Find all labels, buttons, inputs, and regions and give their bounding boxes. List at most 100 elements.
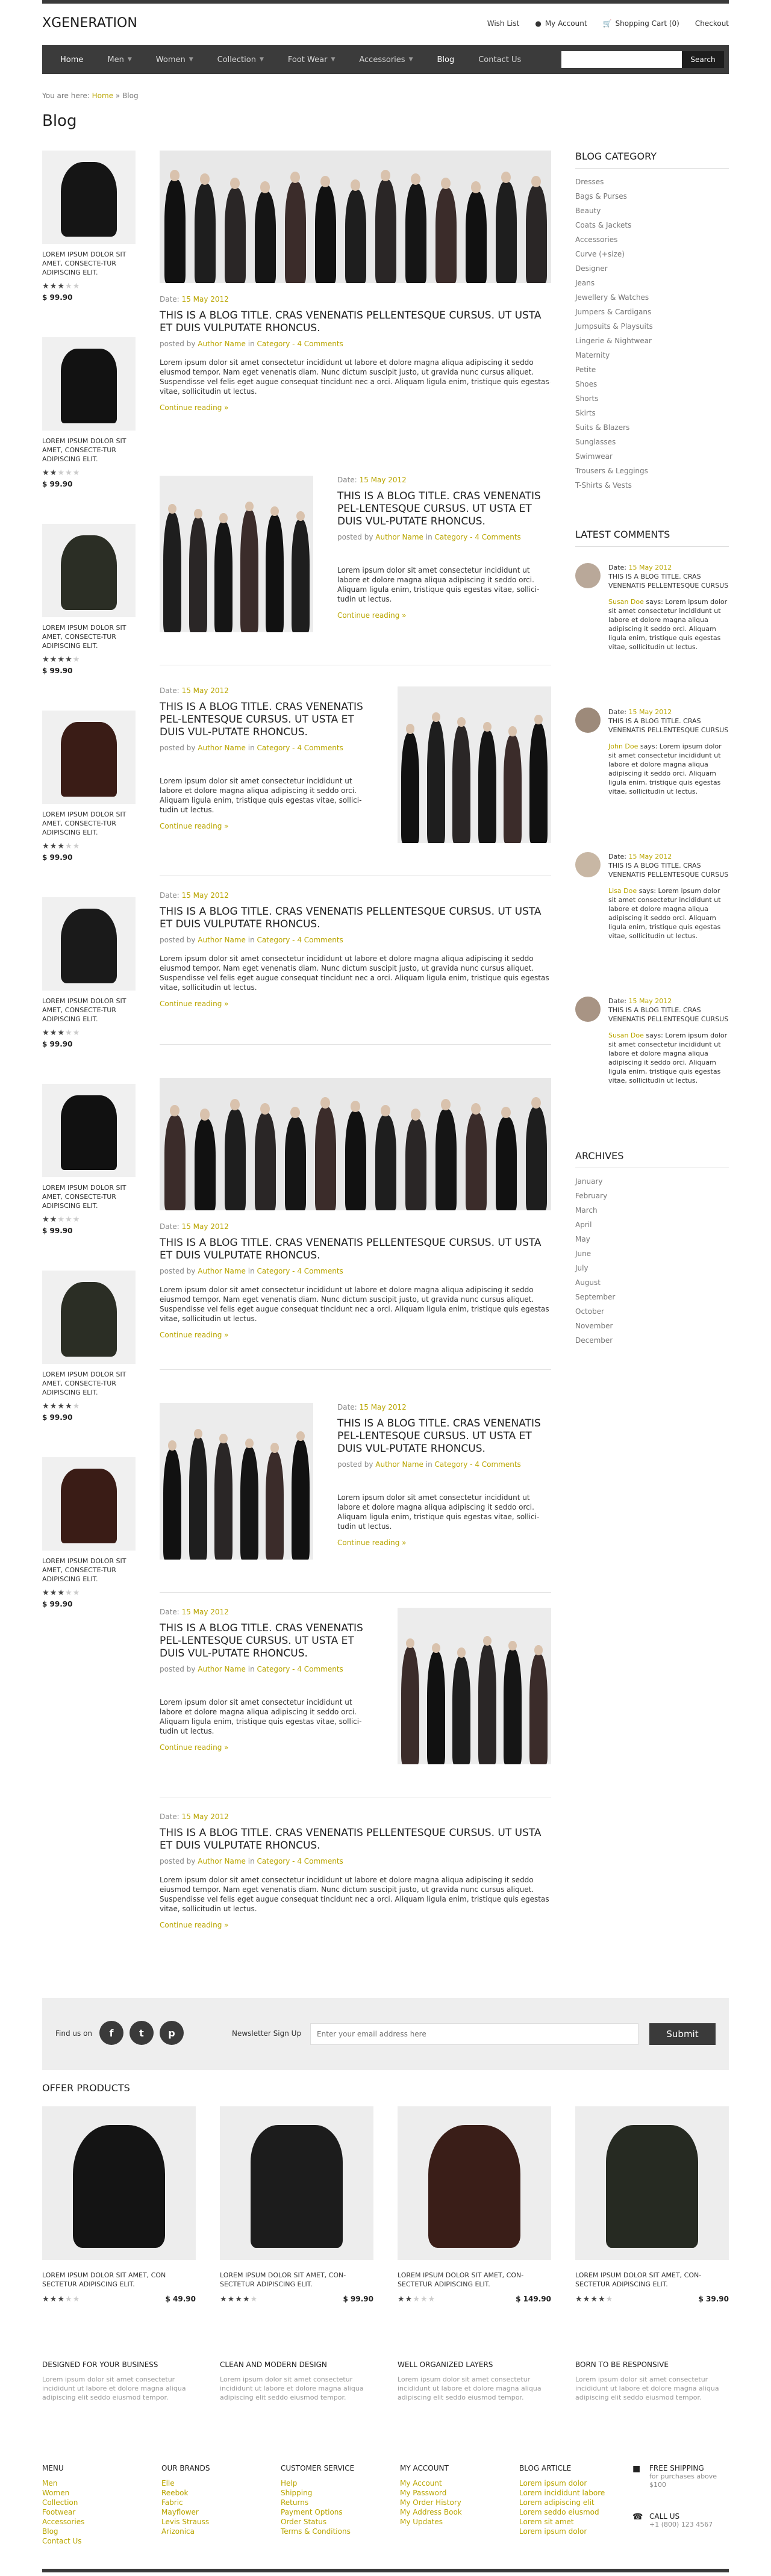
footer-link[interactable]: My Password [400,2488,502,2498]
post-title[interactable]: THIS IS A BLOG TITLE. CRAS VENENATIS PEL… [337,1417,551,1455]
comments-link[interactable]: - 4 Comments [292,1665,343,1673]
product-card[interactable]: LOREM IPSUM DOLOR SIT AMET, CONSECTE-TUR… [42,1457,139,1608]
category-link[interactable]: Lingerie & Nightwear [575,334,729,348]
post-title[interactable]: THIS IS A BLOG TITLE. CRAS VENENATIS PEL… [160,1622,373,1660]
footer-link[interactable]: Accessories [42,2517,145,2527]
category-link[interactable]: Shorts [575,391,729,406]
archive-link[interactable]: October [575,1304,729,1319]
nav-item-men[interactable]: Men ▼ [95,45,143,74]
author-link[interactable]: Author Name [198,1267,246,1275]
comments-link[interactable]: - 4 Comments [292,1267,343,1275]
blog-post-image[interactable] [160,476,313,632]
category-link[interactable]: Swimwear [575,449,729,464]
footer-link[interactable]: Order Status [281,2517,383,2527]
newsletter-email-input[interactable] [310,2023,638,2045]
breadcrumb-home[interactable]: Home [92,92,113,100]
facebook-icon[interactable]: f [99,2021,123,2045]
footer-link[interactable]: Lorem adipiscing elit [519,2498,622,2507]
nav-item-blog[interactable]: Blog [425,45,466,74]
category-link[interactable]: Maternity [575,348,729,362]
nav-item-accessories[interactable]: Accessories ▼ [347,45,425,74]
footer-link[interactable]: My Account [400,2478,502,2488]
comment-author[interactable]: Lisa Doe [608,887,637,895]
nav-item-contact[interactable]: Contact Us [466,45,533,74]
nav-item-women[interactable]: Women ▼ [144,45,205,74]
author-link[interactable]: Author Name [198,340,246,348]
product-card[interactable]: LOREM IPSUM DOLOR SIT AMET, CONSECTE-TUR… [42,1084,139,1235]
comments-link[interactable]: - 4 Comments [292,744,343,752]
product-title[interactable]: LOREM IPSUM DOLOR SIT AMET, CONSECTE-TUR… [42,250,139,277]
offer-product-card[interactable]: LOREM IPSUM DOLOR SIT AMET, CON-SECTETUR… [398,2106,551,2304]
offer-product-card[interactable]: LOREM IPSUM DOLOR SIT AMET, CON-SECTETUR… [575,2106,729,2304]
footer-link[interactable]: Lorem ipsum dolor [519,2478,622,2488]
archive-link[interactable]: July [575,1261,729,1275]
footer-link[interactable]: Lorem sit amet [519,2517,622,2527]
category-link[interactable]: Beauty [575,204,729,218]
footer-link[interactable]: My Address Book [400,2507,502,2517]
comments-link[interactable]: - 4 Comments [470,533,521,541]
newsletter-submit-button[interactable]: Submit [649,2023,716,2045]
product-title[interactable]: LOREM IPSUM DOLOR SIT AMET, CONSECTE-TUR… [42,997,139,1024]
post-title[interactable]: THIS IS A BLOG TITLE. CRAS VENENATIS PEL… [160,310,551,335]
footer-link[interactable]: Contact Us [42,2536,145,2546]
product-title[interactable]: LOREM IPSUM DOLOR SIT AMET, CONSECTE-TUR… [42,810,139,837]
footer-link[interactable]: Levis Strauss [161,2517,264,2527]
footer-link[interactable]: Lorem seddo eiusmod [519,2507,622,2517]
continue-reading-link[interactable]: Continue reading » [160,1000,551,1008]
category-link[interactable]: T-Shirts & Vests [575,478,729,493]
product-card[interactable]: LOREM IPSUM DOLOR SIT AMET, CONSECTE-TUR… [42,337,139,488]
blog-post-image[interactable] [160,1403,313,1560]
author-link[interactable]: Author Name [198,1665,246,1673]
category-link[interactable]: Sunglasses [575,435,729,449]
comment-post-title[interactable]: THIS IS A BLOG TITLE. CRAS VENENATIS PEL… [608,861,729,879]
nav-item-home[interactable]: Home [48,45,95,74]
archive-link[interactable]: February [575,1189,729,1203]
continue-reading-link[interactable]: Continue reading » [337,611,551,620]
footer-link[interactable]: Footwear [42,2507,145,2517]
category-link[interactable]: Category [257,1267,290,1275]
offer-product-title[interactable]: LOREM IPSUM DOLOR SIT AMET, CON-SECTETUR… [575,2271,729,2289]
footer-link[interactable]: Arizonica [161,2527,264,2536]
comments-link[interactable]: - 4 Comments [292,1857,343,1865]
category-link[interactable]: Category [257,340,290,348]
product-title[interactable]: LOREM IPSUM DOLOR SIT AMET, CONSECTE-TUR… [42,1557,139,1584]
category-link[interactable]: Category [435,1460,468,1469]
comment-post-title[interactable]: THIS IS A BLOG TITLE. CRAS VENENATIS PEL… [608,717,729,735]
product-image[interactable] [42,897,136,991]
blog-post-image[interactable] [160,151,551,283]
product-image[interactable] [42,1084,136,1177]
offer-product-image[interactable] [42,2106,196,2260]
product-image[interactable] [42,711,136,804]
nav-item-footwear[interactable]: Foot Wear ▼ [276,45,347,74]
continue-reading-link[interactable]: Continue reading » [160,1331,551,1339]
footer-link[interactable]: Lorem incididunt labore [519,2488,622,2498]
product-image[interactable] [42,151,136,244]
footer-link[interactable]: Shipping [281,2488,383,2498]
post-title[interactable]: THIS IS A BLOG TITLE. CRAS VENENATIS PEL… [337,490,551,528]
continue-reading-link[interactable]: Continue reading » [160,822,373,830]
category-link[interactable]: Coats & Jackets [575,218,729,232]
continue-reading-link[interactable]: Continue reading » [160,1743,373,1752]
author-link[interactable]: Author Name [375,1460,423,1469]
footer-link[interactable]: Blog [42,2527,145,2536]
footer-link[interactable]: My Updates [400,2517,502,2527]
footer-link[interactable]: Reebok [161,2488,264,2498]
category-link[interactable]: Category [257,936,290,944]
comment-author[interactable]: Susan Doe [608,1031,644,1039]
archive-link[interactable]: August [575,1275,729,1290]
footer-link[interactable]: Returns [281,2498,383,2507]
product-image[interactable] [42,337,136,431]
footer-link[interactable]: Fabric [161,2498,264,2507]
blog-post-image[interactable] [398,1608,551,1764]
footer-link[interactable]: Lorem ipsum dolor [519,2527,622,2536]
offer-product-card[interactable]: LOREM IPSUM DOLOR SIT AMET, CON-SECTETUR… [220,2106,373,2304]
offer-product-title[interactable]: LOREM IPSUM DOLOR SIT AMET, CON-SECTETUR… [220,2271,373,2289]
comment-post-title[interactable]: THIS IS A BLOG TITLE. CRAS VENENATIS PEL… [608,1006,729,1024]
offer-product-image[interactable] [398,2106,551,2260]
footer-link[interactable]: Payment Options [281,2507,383,2517]
author-link[interactable]: Author Name [198,936,246,944]
comments-link[interactable]: - 4 Comments [470,1460,521,1469]
product-title[interactable]: LOREM IPSUM DOLOR SIT AMET, CONSECTE-TUR… [42,437,139,464]
product-title[interactable]: LOREM IPSUM DOLOR SIT AMET, CONSECTE-TUR… [42,1183,139,1210]
footer-link[interactable]: Men [42,2478,145,2488]
